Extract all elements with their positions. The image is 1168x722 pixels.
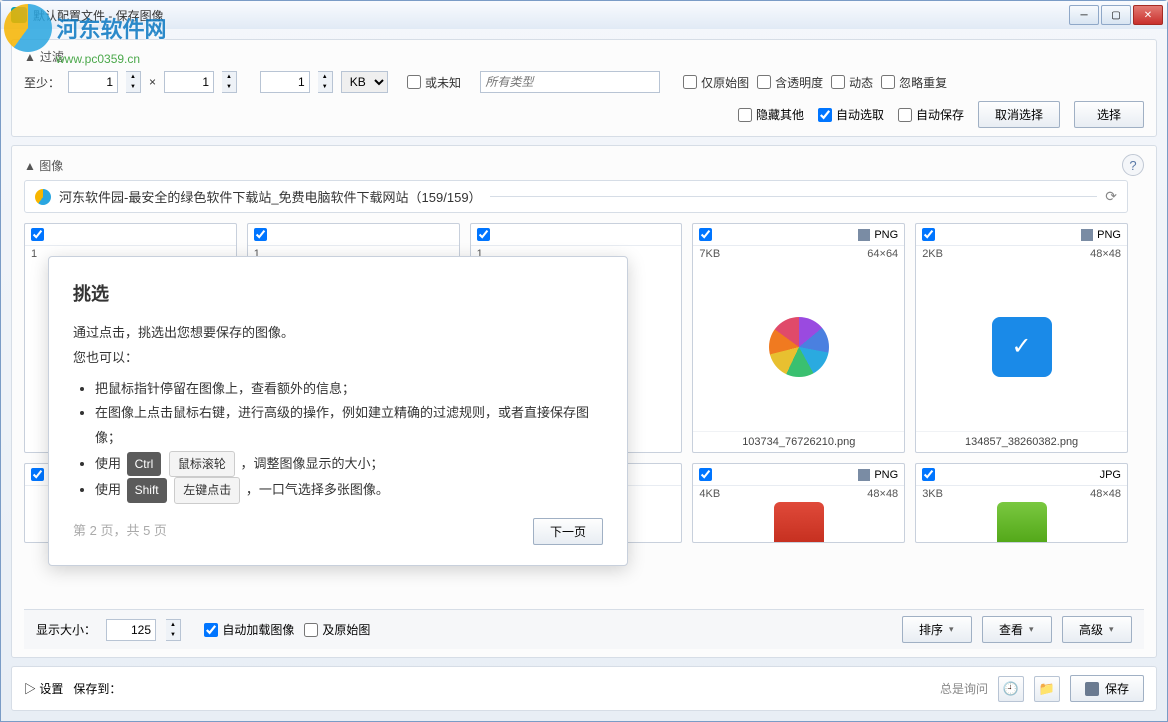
animated-checkbox[interactable]: 动态 — [831, 74, 873, 91]
popup-bullet: 使用 Ctrl 鼠标滚轮 ，调整图像显示的大小； — [95, 451, 603, 478]
image-card[interactable]: PNG 2KB48×48 134857_38260382.png — [915, 223, 1128, 453]
settings-label: ▷ 设置 — [24, 680, 63, 697]
kbd-key: 左键点击 — [174, 477, 240, 504]
popup-line1: 通过点击，挑选出您想要保存的图像。 — [73, 321, 603, 346]
spin-down[interactable]: ▼ — [126, 82, 140, 92]
history-icon-button[interactable]: 🕘 — [998, 676, 1024, 702]
image-card[interactable]: PNG 7KB64×64 103734_76726210.png — [692, 223, 905, 453]
advanced-button[interactable]: 高级 — [1062, 616, 1132, 643]
spin-up[interactable]: ▲ — [126, 72, 140, 82]
filter-panel: ▲ 过滤 至少： ▲▼ × ▲▼ ▲▼ KB 或未知 仅原始图 含透明度 — [11, 39, 1157, 137]
popup-bullet: 使用 Shift 左键点击 ，一口气选择多张图像。 — [95, 477, 603, 504]
types-input[interactable] — [480, 71, 660, 93]
minimize-button[interactable]: ─ — [1069, 5, 1099, 25]
or-unknown-checkbox[interactable]: 或未知 — [407, 74, 461, 91]
always-ask-label: 总是询问 — [940, 680, 988, 697]
image-source-row: 河东软件园-最安全的绿色软件下载站_免费电脑软件下载网站（159/159） ⟳ — [24, 180, 1128, 213]
card-checkbox[interactable] — [699, 228, 712, 241]
popup-bullet: 把鼠标指针停留在图像上，查看额外的信息； — [95, 377, 603, 402]
transparent-checkbox[interactable]: 含透明度 — [757, 74, 823, 91]
folder-icon-button[interactable]: 📁 — [1034, 676, 1060, 702]
next-page-button[interactable]: 下一页 — [533, 518, 603, 545]
auto-load-checkbox[interactable]: 自动加载图像 — [204, 621, 294, 638]
thumbnail — [769, 317, 829, 377]
settings-bar: ▷ 设置 保存到： 总是询问 🕘 📁 保存 — [11, 666, 1157, 711]
save-icon — [1085, 682, 1099, 696]
format-icon — [858, 469, 870, 481]
reload-icon[interactable]: ⟳ — [1105, 188, 1117, 205]
sort-button[interactable]: 排序 — [902, 616, 972, 643]
popup-title: 挑选 — [73, 277, 603, 311]
original-only-checkbox[interactable]: 仅原始图 — [683, 74, 749, 91]
images-header: ▲ 图像 — [24, 157, 63, 174]
kbd-key: Ctrl — [127, 452, 162, 477]
app-icon — [11, 7, 27, 23]
auto-select-checkbox[interactable]: 自动选取 — [818, 106, 884, 123]
thumbnail — [997, 502, 1047, 543]
atleast-label: 至少： — [24, 74, 60, 91]
hide-others-checkbox[interactable]: 隐藏其他 — [738, 106, 804, 123]
auto-save-checkbox[interactable]: 自动保存 — [898, 106, 964, 123]
popup-page-indicator: 第 2 页，共 5 页 — [73, 519, 167, 544]
display-size-label: 显示大小： — [36, 621, 96, 638]
min-width-input[interactable] — [68, 71, 118, 93]
filename: 103734_76726210.png — [693, 431, 904, 452]
popup-bullet: 在图像上点击鼠标右键，进行高级的操作，例如建立精确的过滤规则，或者直接保存图像； — [95, 401, 603, 450]
thumbnail — [992, 317, 1052, 377]
source-title: 河东软件园-最安全的绿色软件下载站_免费电脑软件下载网站（159/159） — [59, 187, 482, 206]
min-height-input[interactable] — [164, 71, 214, 93]
view-button[interactable]: 查看 — [982, 616, 1052, 643]
and-original-checkbox[interactable]: 及原始图 — [304, 621, 370, 638]
help-button[interactable]: ? — [1122, 154, 1144, 176]
source-icon — [35, 189, 51, 205]
close-button[interactable]: ✕ — [1133, 5, 1163, 25]
size-unit-select[interactable]: KB — [341, 71, 388, 93]
format-icon — [858, 229, 870, 241]
select-button[interactable]: 选择 — [1074, 101, 1144, 128]
kbd-key: 鼠标滚轮 — [169, 451, 235, 478]
zoom-input[interactable] — [106, 619, 156, 641]
maximize-button[interactable]: ▢ — [1101, 5, 1131, 25]
card-checkbox[interactable] — [922, 228, 935, 241]
image-card[interactable]: PNG 4KB48×48 — [692, 463, 905, 543]
format-icon — [1081, 229, 1093, 241]
image-toolbar: 显示大小： ▲▼ 自动加载图像 及原始图 排序 查看 高级 — [24, 609, 1144, 649]
image-card[interactable]: JPG 3KB48×48 — [915, 463, 1128, 543]
popup-line2: 您也可以： — [73, 346, 603, 371]
min-size-input[interactable] — [260, 71, 310, 93]
save-to-label: 保存到： — [73, 680, 121, 697]
window-title: 默认配置文件 - 保存图像 — [33, 7, 1069, 24]
filter-header: ▲ 过滤 — [24, 48, 1144, 65]
popup-bullets: 把鼠标指针停留在图像上，查看额外的信息；在图像上点击鼠标右键，进行高级的操作，例… — [73, 377, 603, 505]
filename: 134857_38260382.png — [916, 431, 1127, 452]
titlebar: 默认配置文件 - 保存图像 ─ ▢ ✕ — [1, 1, 1167, 29]
kbd-key: Shift — [127, 478, 167, 503]
tutorial-popup: 挑选 通过点击，挑选出您想要保存的图像。 您也可以： 把鼠标指针停留在图像上，查… — [48, 256, 628, 566]
thumbnail — [774, 502, 824, 543]
ignore-dup-checkbox[interactable]: 忽略重复 — [881, 74, 947, 91]
deselect-button[interactable]: 取消选择 — [978, 101, 1060, 128]
save-button[interactable]: 保存 — [1070, 675, 1144, 702]
